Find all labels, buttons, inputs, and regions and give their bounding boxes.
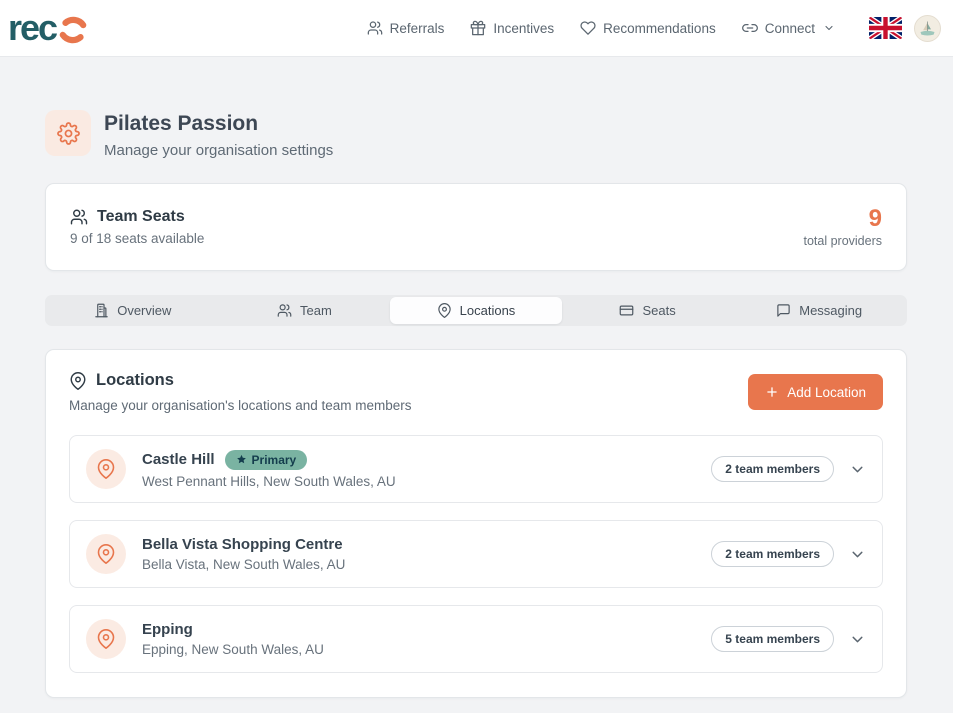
nav-label: Connect [765,21,815,36]
location-row-epping[interactable]: Epping Epping, New South Wales, AU 5 tea… [69,605,883,673]
settings-icon-box [45,110,91,156]
add-location-label: Add Location [787,385,866,400]
location-address: West Pennant Hills, New South Wales, AU [142,474,711,489]
team-members-pill[interactable]: 5 team members [711,626,834,652]
expand-chevron[interactable] [849,631,866,648]
team-members-pill[interactable]: 2 team members [711,541,834,567]
chevron-down-icon [849,546,866,563]
uk-flag-icon[interactable] [869,17,902,39]
link-icon [742,20,758,36]
total-providers-count: 9 [803,206,882,232]
total-providers-label: total providers [803,234,882,248]
tab-messaging[interactable]: Messaging [733,297,905,324]
page-subtitle: Manage your organisation settings [104,142,333,159]
location-pin-circle [86,534,126,574]
locations-card: Locations Manage your organisation's loc… [45,349,907,698]
nav-label: Incentives [493,21,554,36]
chat-icon [776,303,791,318]
location-pin-circle [86,449,126,489]
profile-avatar[interactable] [914,15,941,42]
organisation-header: Pilates Passion Manage your organisation… [45,110,907,159]
team-seats-card: Team Seats 9 of 18 seats available 9 tot… [45,183,907,271]
nav-label: Recommendations [603,21,716,36]
tab-label: Overview [117,303,171,318]
star-icon [236,454,247,465]
location-name: Castle Hill [142,451,215,468]
primary-badge: Primary [225,450,308,470]
nav-item-referrals[interactable]: Referrals [357,12,455,44]
people-icon [367,20,383,36]
expand-chevron[interactable] [849,546,866,563]
tab-label: Messaging [799,303,862,318]
location-address: Bella Vista, New South Wales, AU [142,557,711,572]
people-icon [70,208,88,226]
building-icon [94,303,109,318]
tab-locations[interactable]: Locations [390,297,562,324]
seats-availability: 9 of 18 seats available [70,231,204,246]
tab-overview[interactable]: Overview [47,297,219,324]
nav-item-connect[interactable]: Connect [732,12,845,44]
pin-icon [437,303,452,318]
heart-icon [580,20,596,36]
location-pin-circle [86,619,126,659]
card-icon [619,303,634,318]
nav-item-incentives[interactable]: Incentives [460,12,564,44]
tab-team[interactable]: Team [219,297,391,324]
nav-item-recommendations[interactable]: Recommendations [570,12,726,44]
page-title: Pilates Passion [104,111,333,137]
logo-circle-arrows-icon [57,14,89,46]
location-name: Epping [142,621,193,638]
team-seats-title: Team Seats [97,208,185,226]
pin-icon [96,459,116,479]
location-row-castle-hill[interactable]: Castle Hill Primary West Pennant Hills, … [69,435,883,503]
chevron-down-icon [823,22,835,34]
location-row-bella-vista[interactable]: Bella Vista Shopping Centre Bella Vista,… [69,520,883,588]
team-members-pill[interactable]: 2 team members [711,456,834,482]
primary-badge-label: Primary [252,453,297,467]
add-location-button[interactable]: Add Location [748,374,883,410]
settings-tabbar: Overview Team Locations Seats Messaging [45,295,907,326]
reco-logo[interactable]: rec [8,10,89,46]
pin-icon [96,544,116,564]
location-list: Castle Hill Primary West Pennant Hills, … [69,435,883,673]
nav-menu: Referrals Incentives Recommendations Con… [357,12,845,44]
pin-icon [96,629,116,649]
page-content: Pilates Passion Manage your organisation… [45,110,907,698]
gift-icon [470,20,486,36]
location-address: Epping, New South Wales, AU [142,642,711,657]
locations-subtitle: Manage your organisation's locations and… [69,398,412,413]
people-icon [277,303,292,318]
logo-text: rec [8,10,56,46]
plus-icon [765,385,779,399]
chevron-down-icon [849,631,866,648]
tab-seats[interactable]: Seats [562,297,734,324]
tab-label: Locations [460,303,516,318]
nav-label: Referrals [390,21,445,36]
gear-icon [57,122,80,145]
location-name: Bella Vista Shopping Centre [142,536,343,553]
chevron-down-icon [849,461,866,478]
pin-icon [69,372,87,390]
expand-chevron[interactable] [849,461,866,478]
top-navbar: rec Referrals Incentives Recommendations [0,0,953,57]
tab-label: Team [300,303,332,318]
tab-label: Seats [642,303,675,318]
locations-title: Locations [96,371,174,390]
